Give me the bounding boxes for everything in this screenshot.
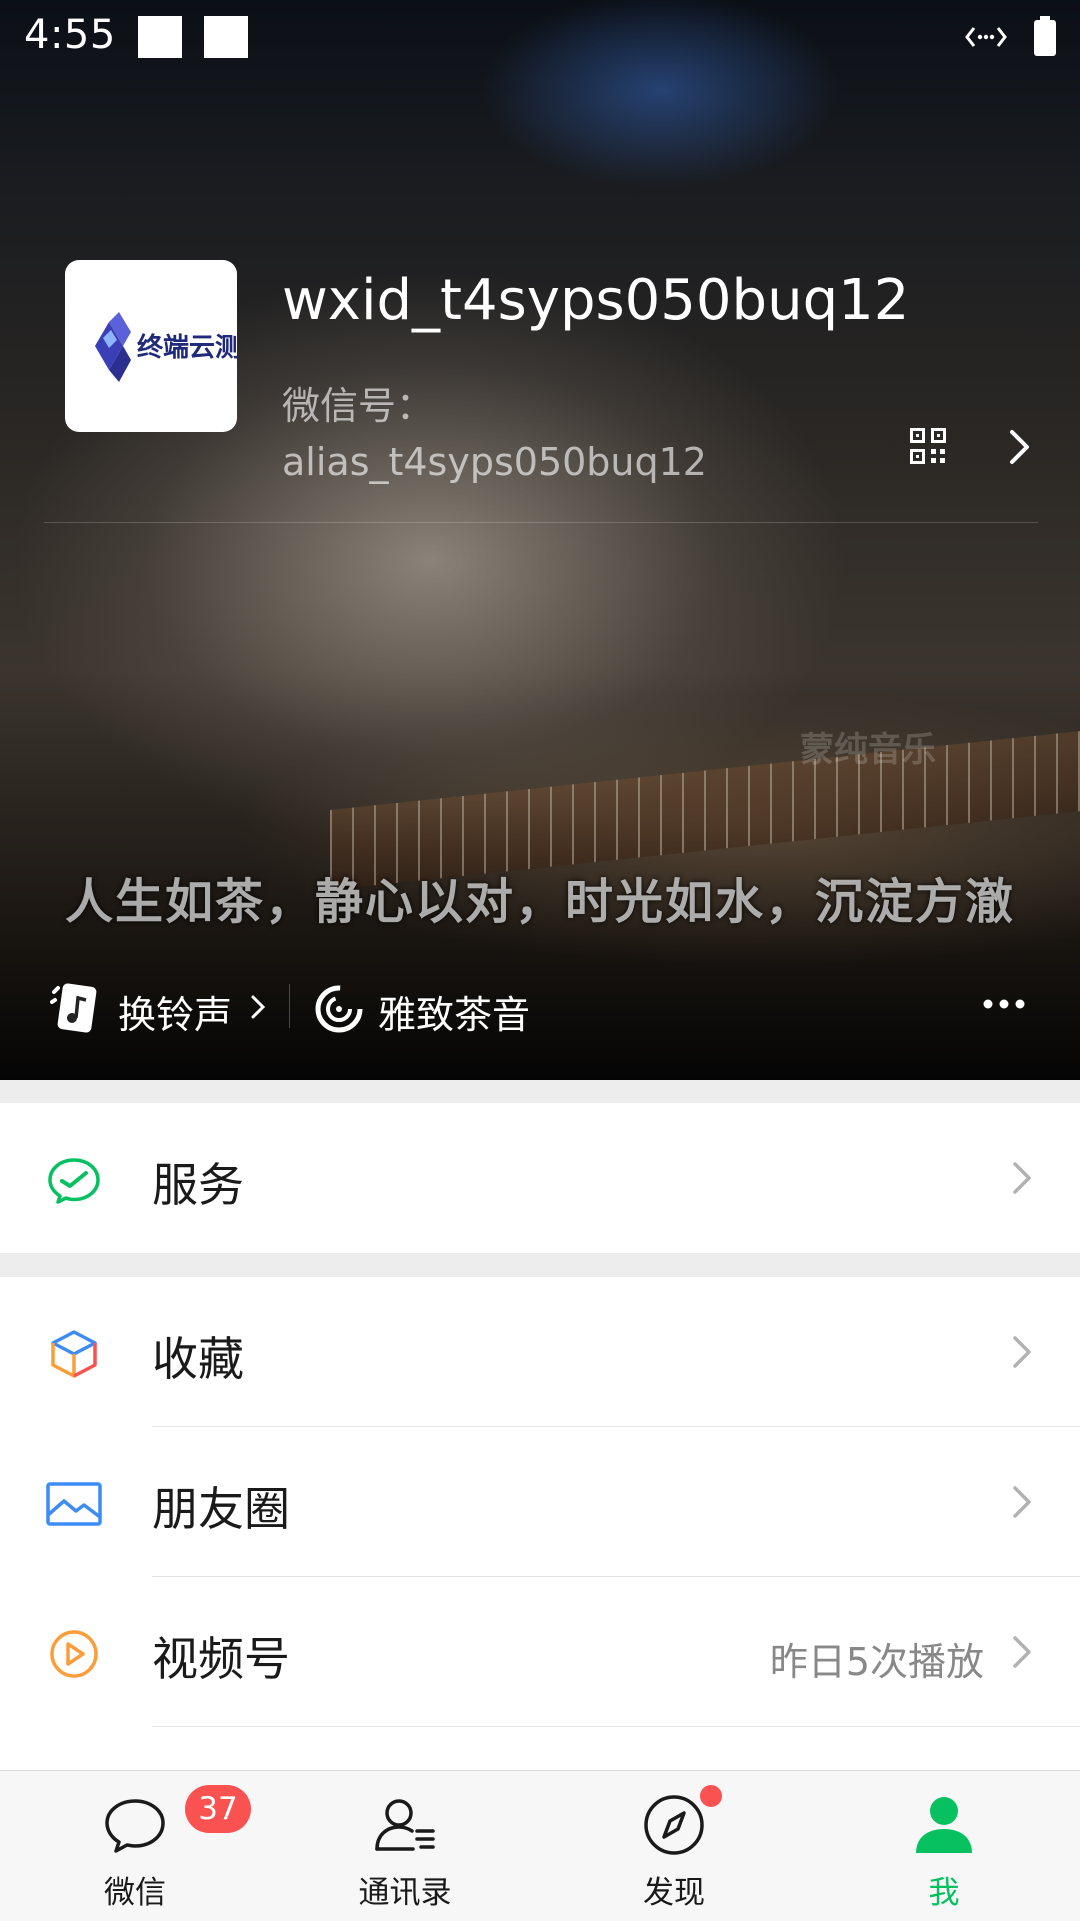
- wechat-id-value: alias_t4syps050buq12: [282, 440, 707, 484]
- main-menu-section: 收藏 朋友圈 视频号 昨日5次播放: [0, 1277, 1080, 1771]
- services-section: 服务: [0, 1103, 1080, 1253]
- wechat-id: 微信号： alias_t4syps050buq12: [282, 378, 707, 490]
- discover-notification-dot: [700, 1785, 722, 1807]
- contacts-icon: [375, 1799, 435, 1851]
- tab-chats[interactable]: 37 微信: [35, 1771, 251, 1921]
- qr-code-icon[interactable]: [910, 428, 946, 464]
- wechat-id-label: 微信号：: [282, 384, 435, 428]
- tab-me[interactable]: 我: [844, 1771, 1044, 1921]
- chevron-right-icon: [1013, 1336, 1031, 1368]
- change-ringtone-button[interactable]: 换铃声: [118, 984, 232, 1039]
- image-icon: [46, 1482, 102, 1526]
- chat-bubble-icon: [105, 1799, 165, 1853]
- tab-contacts[interactable]: 通讯录: [305, 1771, 505, 1921]
- menu-item-favorites[interactable]: 收藏: [0, 1277, 1080, 1427]
- avatar[interactable]: 终端云测: [65, 260, 241, 432]
- chevron-right-icon[interactable]: [1008, 428, 1032, 466]
- more-icon[interactable]: [982, 996, 1026, 1012]
- menu-item-services[interactable]: 服务: [0, 1103, 1080, 1253]
- menu-item-channels[interactable]: 视频号 昨日5次播放: [0, 1577, 1080, 1727]
- ringtone-bar: 换铃声 雅致茶音: [0, 970, 1080, 1040]
- chevron-right-icon: [251, 995, 266, 1019]
- status-time: 4:55: [24, 12, 116, 58]
- music-title[interactable]: 雅致茶音: [378, 984, 530, 1039]
- status-bar: 4:55: [0, 0, 1080, 76]
- tab-label-discover: 发现: [643, 1875, 705, 1911]
- play-circle-icon: [50, 1630, 98, 1678]
- battery-icon: [1034, 16, 1056, 56]
- notification-icon: [204, 16, 248, 58]
- notification-icon: [138, 16, 182, 58]
- tab-label-contacts: 通讯录: [358, 1875, 452, 1911]
- person-icon: [916, 1797, 972, 1853]
- compass-icon: [644, 1795, 704, 1855]
- ringtone-card-icon[interactable]: [50, 982, 100, 1034]
- wechat-pay-icon: [48, 1158, 100, 1204]
- tab-label-chats: 微信: [104, 1875, 166, 1911]
- profile-header: 4:55 终端云测 wxid_t4syps050buq12 微信号： alias…: [0, 0, 1080, 1080]
- data-transfer-icon: [965, 27, 1007, 47]
- ringtone-divider: [289, 984, 290, 1028]
- chevron-right-icon: [1013, 1636, 1031, 1668]
- bottom-tab-bar: 37 微信 通讯录 发现 我: [0, 1770, 1080, 1921]
- tab-label-me: 我: [928, 1875, 960, 1911]
- menu-item-moments[interactable]: 朋友圈: [0, 1427, 1080, 1577]
- logo-icon: 终端云测: [95, 312, 241, 382]
- tab-discover[interactable]: 发现: [574, 1771, 774, 1921]
- cube-icon: [51, 1330, 97, 1378]
- menu-label-favorites: 收藏: [152, 1332, 244, 1386]
- video-watermark: 蒙纯音乐: [800, 730, 936, 770]
- unread-badge: 37: [185, 1785, 251, 1833]
- menu-label-services: 服务: [152, 1158, 244, 1212]
- menu-label-channels: 视频号: [152, 1632, 290, 1686]
- menu-label-moments: 朋友圈: [152, 1482, 290, 1536]
- channels-play-count: 昨日5次播放: [769, 1640, 984, 1684]
- music-disc-icon[interactable]: [314, 984, 364, 1034]
- nickname: wxid_t4syps050buq12: [282, 268, 910, 333]
- chevron-right-icon: [1013, 1486, 1031, 1518]
- header-divider: [44, 522, 1038, 523]
- avatar-logo-text: 终端云测: [137, 332, 237, 363]
- banner-lyric: 人生如茶，静心以对，时光如水，沉淀方澈: [64, 874, 1015, 930]
- chevron-right-icon: [1013, 1162, 1031, 1194]
